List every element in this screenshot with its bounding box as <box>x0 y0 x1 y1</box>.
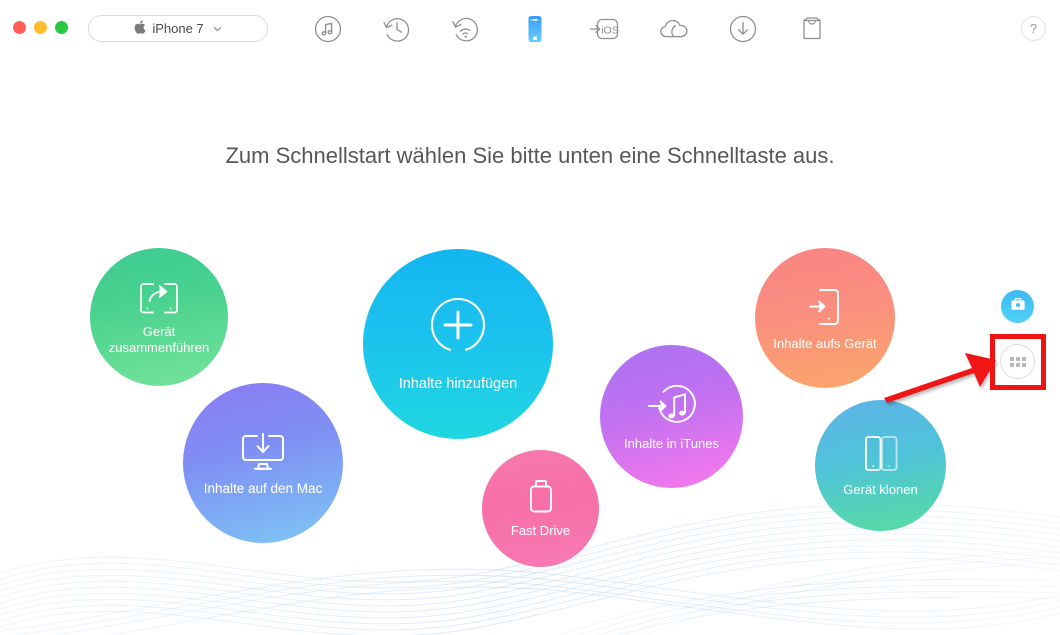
help-button-label: ? <box>1029 21 1038 36</box>
toolbox-filled-icon <box>1009 295 1027 318</box>
close-button[interactable] <box>13 21 26 34</box>
arrow-music-circle-icon <box>646 382 698 430</box>
toolbar-item-toolkit[interactable] <box>789 6 835 52</box>
device-selector[interactable]: iPhone 7 <box>88 15 268 42</box>
two-phones-arrow-icon <box>136 279 182 319</box>
device-selector-label: iPhone 7 <box>152 21 204 36</box>
bubble-merge-device[interactable]: Gerät zusammenführen <box>90 248 228 386</box>
chevron-down-icon <box>213 24 222 34</box>
toolbar-item-media[interactable] <box>305 6 351 52</box>
plus-dashed-circle-icon <box>427 294 489 356</box>
bubble-label: Gerät zusammenführen <box>108 324 210 355</box>
bubble-content-to-itunes[interactable]: Inhalte in iTunes <box>600 345 743 488</box>
bubble-add-content[interactable]: Inhalte hinzufügen <box>363 249 553 439</box>
bubble-label: Inhalte in iTunes <box>624 435 719 451</box>
app-window: iPhone 7 iOS ? Zum Schnellstart wählen S… <box>0 0 1060 635</box>
toolbar-item-airdrop[interactable] <box>443 6 489 52</box>
monitor-download-icon <box>237 430 289 474</box>
apple-logo-icon <box>134 19 146 36</box>
window-controls <box>13 21 68 34</box>
usb-drive-icon <box>526 478 556 516</box>
toolbar-item-device[interactable] <box>512 6 558 52</box>
bubble-content-to-mac[interactable]: Inhalte auf den Mac <box>183 383 343 543</box>
svg-text:iOS: iOS <box>601 24 619 36</box>
arrow-into-phone-icon <box>804 285 846 329</box>
quick-action-bubbles: Gerätzusammenführen Inhalte auf den Mac <box>0 0 1060 635</box>
bubble-label: Inhalte hinzufügen <box>398 376 518 393</box>
main-toolbar: iOS <box>305 6 835 52</box>
toolbar-item-backup-history[interactable] <box>374 6 420 52</box>
bubble-label: Gerät klonen <box>843 482 918 498</box>
toolbar-item-cloud[interactable] <box>651 6 697 52</box>
bubble-content-to-device[interactable]: Inhalte aufs Gerät <box>755 248 895 388</box>
bubble-label: Fast Drive <box>510 523 571 539</box>
toolbox-button[interactable] <box>1001 290 1034 323</box>
title-bar: iPhone 7 iOS ? <box>0 0 1060 56</box>
help-button[interactable]: ? <box>1021 16 1046 41</box>
minimize-button[interactable] <box>34 21 47 34</box>
toolbar-item-downloader[interactable] <box>720 6 766 52</box>
bubble-label: Inhalte auf den Mac <box>203 480 323 496</box>
apps-grid-icon <box>1009 356 1026 367</box>
zoom-button[interactable] <box>55 21 68 34</box>
toolbar-item-to-ios[interactable]: iOS <box>582 6 628 52</box>
page-title: Zum Schnellstart wählen Sie bitte unten … <box>225 143 835 168</box>
bubble-clone-device[interactable]: Gerät klonen <box>815 400 946 531</box>
bubble-fast-drive[interactable]: Fast Drive <box>482 450 599 567</box>
apps-grid-button[interactable] <box>1000 344 1035 379</box>
two-phones-icon <box>861 433 901 475</box>
bubble-label: Inhalte aufs Gerät <box>773 335 877 351</box>
